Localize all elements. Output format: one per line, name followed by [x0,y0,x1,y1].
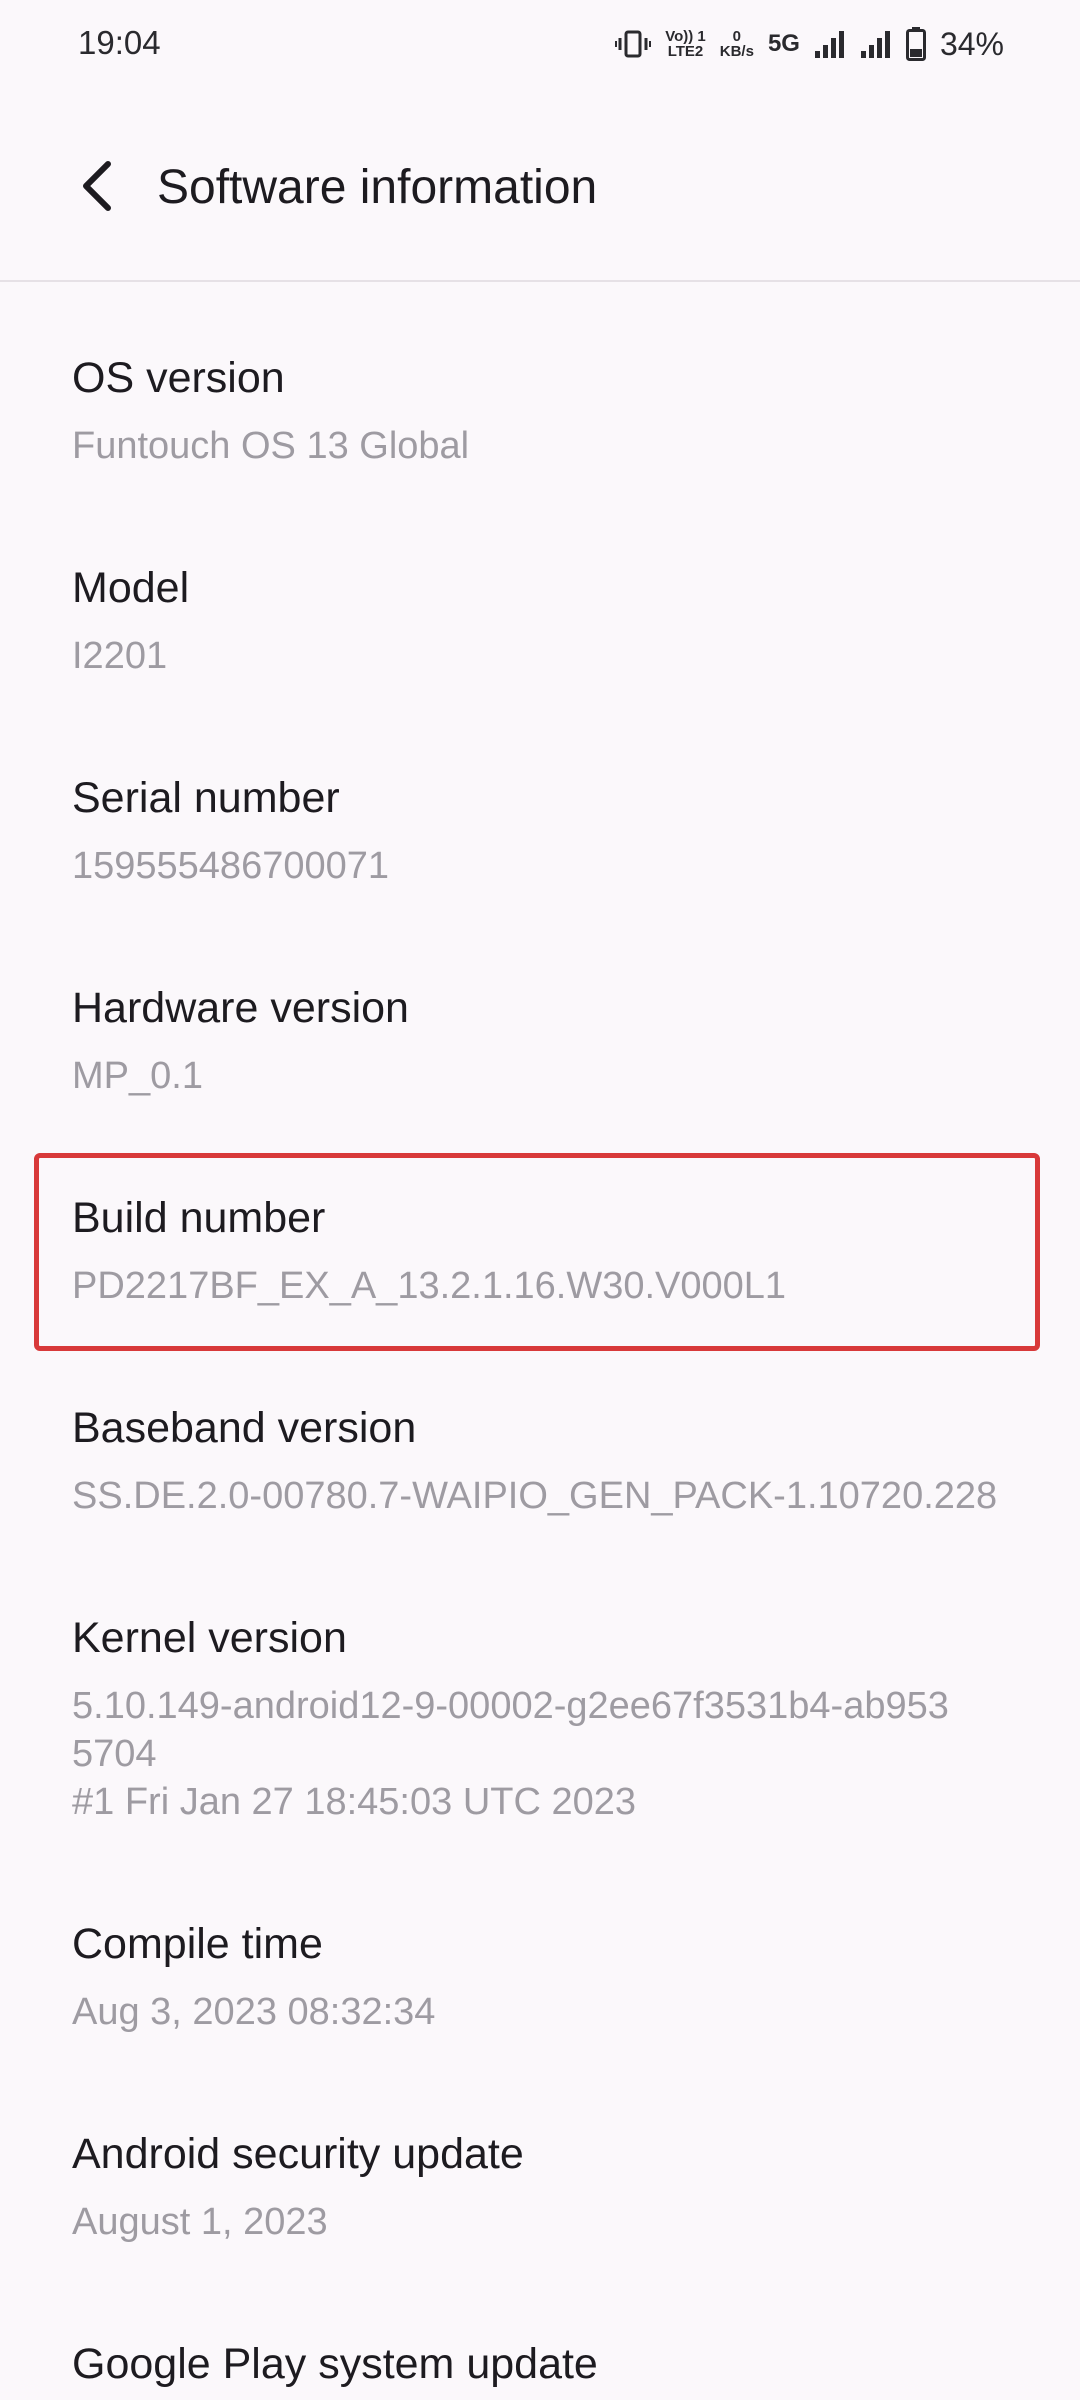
item-value: PD2217BF_EX_A_13.2.1.16.W30.V000L1 [72,1265,787,1307]
vibrate-icon [615,29,652,59]
item-value: Aug 3, 2023 08:32:34 [72,1991,436,2033]
list-item-baseband-version[interactable]: Baseband version SS.DE.2.0-00780.7-WAIPI… [0,1332,1080,1542]
item-value: Funtouch OS 13 Global [72,425,470,467]
chevron-left-icon [78,160,118,217]
app-header: Software information [0,110,1080,280]
item-title: Build number [72,1194,326,1242]
list-item-model[interactable]: Model I2201 [0,492,1080,702]
volte-bottom-label: LTE2 [667,43,704,60]
kernel-line-3: #1 Fri Jan 27 18:45:03 UTC 2023 [72,1781,637,1823]
list-item-compile-time[interactable]: Compile time Aug 3, 2023 08:32:34 [0,1848,1080,2058]
screen: 19:04 Vo)) 1 LTE2 0 KB/s 5G 34% Software… [0,0,1080,2400]
list-item-hardware-version[interactable]: Hardware version MP_0.1 [0,912,1080,1122]
item-title: Kernel version [72,1614,347,1662]
battery-percent: 34% [939,25,1004,62]
list-item-kernel-version[interactable]: Kernel version 5.10.149-android12-9-0000… [0,1542,1080,1848]
item-title: Baseband version [72,1404,417,1452]
status-icons: Vo)) 1 LTE2 0 KB/s 5G 34% [615,22,1004,66]
page-title: Software information [157,161,598,214]
status-time: 19:04 [78,24,161,61]
item-value: MP_0.1 [72,1055,203,1097]
item-value: August 1, 2023 [72,2201,328,2243]
volte-top-label: Vo)) 1 [665,28,706,45]
item-value: SS.DE.2.0-00780.7-WAIPIO_GEN_PACK-1.1072… [72,1475,998,1517]
list-item-android-security-update[interactable]: Android security update August 1, 2023 [0,2058,1080,2268]
kernel-line-2: 5704 [72,1733,157,1775]
item-title: Android security update [72,2130,524,2178]
item-title: OS version [72,354,285,402]
speed-unit: KB/s [719,43,754,60]
item-title: Model [72,564,190,612]
item-title: Serial number [72,774,340,822]
item-value: I2201 [72,635,168,677]
network-speed-icon: 0 KB/s [720,29,754,59]
item-title: Compile time [72,1920,323,1968]
item-title: Google Play system update [72,2340,598,2388]
volte-icon: Vo)) 1 LTE2 [665,29,706,59]
battery-icon [905,27,926,61]
item-title: Hardware version [72,984,409,1032]
item-value: 5.10.149-android12-9-00002-g2ee67f3531b4… [72,1682,1040,1826]
item-value: 159555486700071 [72,845,390,887]
status-bar: 19:04 Vo)) 1 LTE2 0 KB/s 5G 34% [0,0,1080,90]
list-item-os-version[interactable]: OS version Funtouch OS 13 Global [0,282,1080,492]
kernel-line-1: 5.10.149-android12-9-00002-g2ee67f3531b4… [72,1685,949,1727]
signal-icon [860,29,892,59]
network-type-label: 5G [767,30,800,57]
list-item-google-play-system-update[interactable]: Google Play system update [0,2268,1080,2400]
signal-icon [814,29,846,59]
info-list: OS version Funtouch OS 13 Global Model I… [0,282,1080,2400]
list-item-build-number[interactable]: Build number PD2217BF_EX_A_13.2.1.16.W30… [0,1122,1080,1332]
speed-value: 0 [732,28,742,45]
list-item-serial-number[interactable]: Serial number 159555486700071 [0,702,1080,912]
back-button[interactable] [62,152,134,224]
